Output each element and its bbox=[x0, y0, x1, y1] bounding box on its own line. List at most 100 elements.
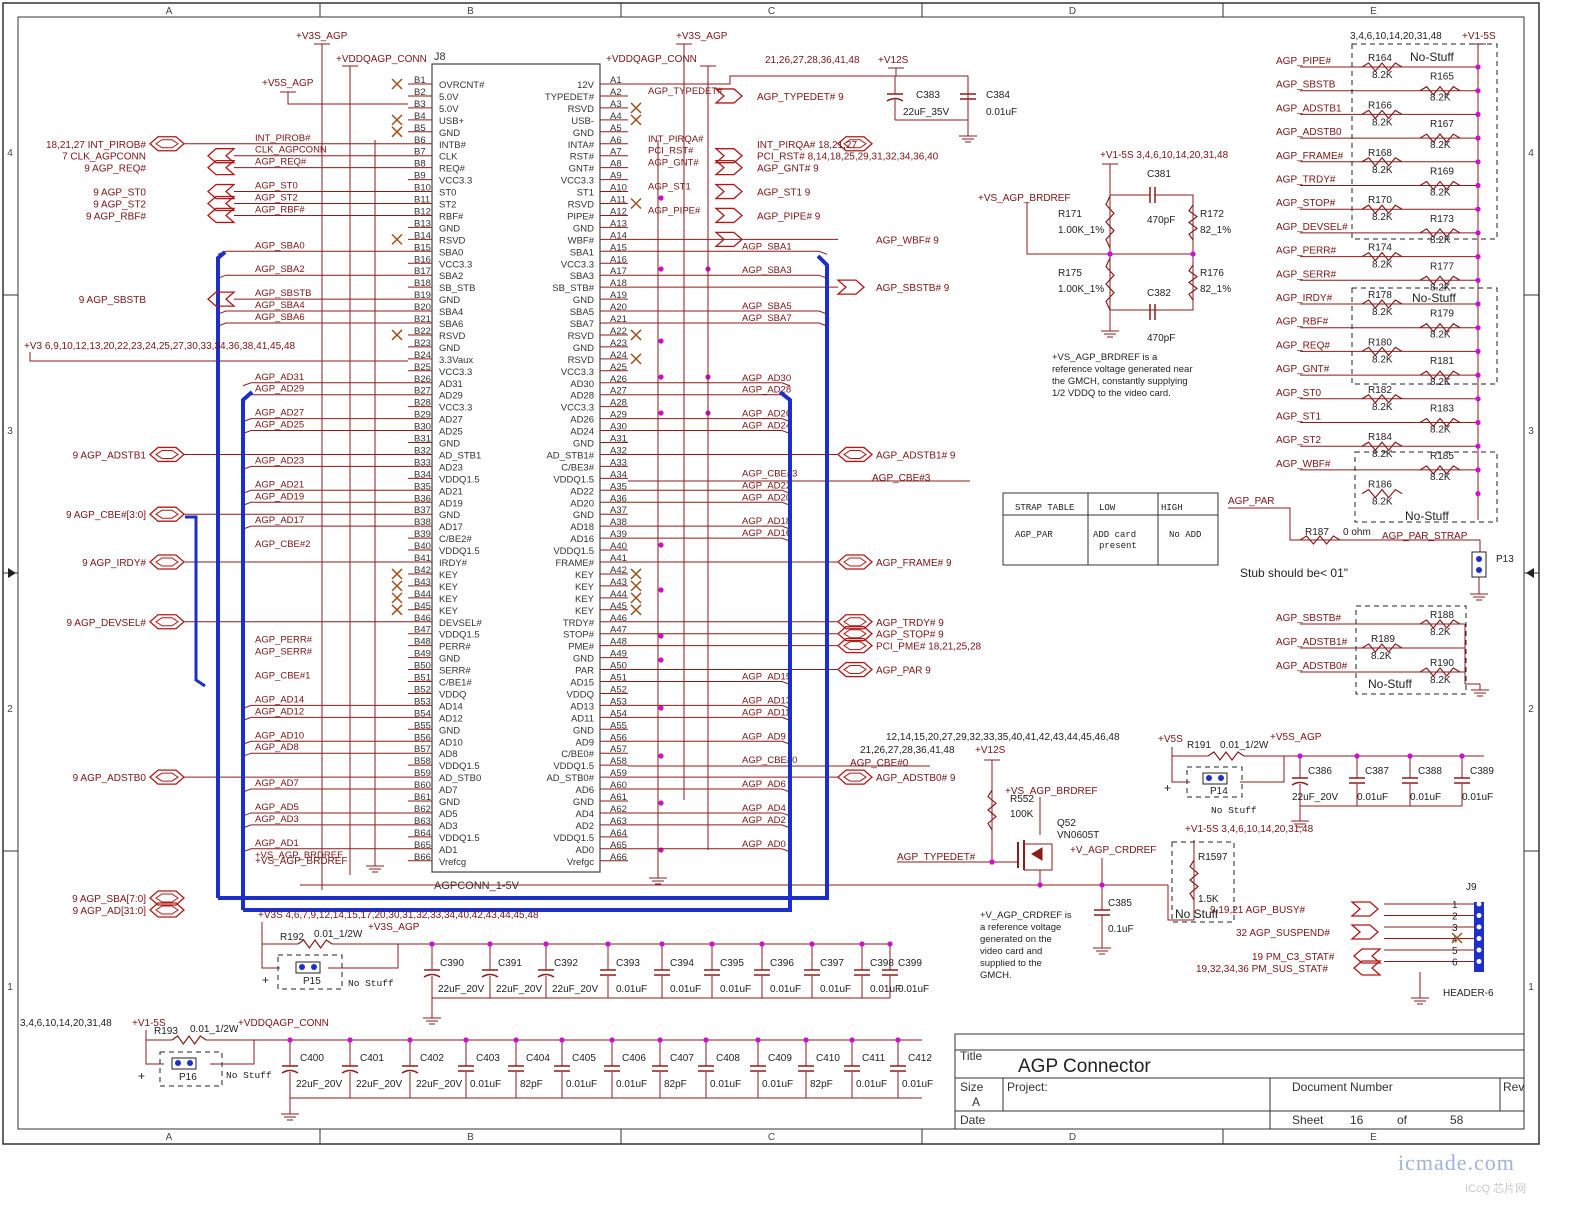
cap-ref: C412 bbox=[908, 1053, 932, 1064]
net-label-a: AGP_AD20 bbox=[742, 492, 791, 503]
ref-label: P16 bbox=[179, 1072, 197, 1083]
pin-name-b: KEY bbox=[439, 594, 459, 605]
value-label: 22uF_20V bbox=[1292, 792, 1338, 803]
project-label: Project: bbox=[1007, 1080, 1048, 1094]
port-arrow bbox=[714, 183, 743, 200]
cap-value: 0.01uF bbox=[470, 1079, 501, 1090]
junction-dot bbox=[1475, 135, 1481, 141]
resistor-ref: R187 bbox=[1305, 527, 1329, 538]
bidir-port bbox=[843, 665, 867, 675]
right-port-label: AGP_ADSTB1# 9 bbox=[876, 450, 956, 461]
junction-dot bbox=[1475, 467, 1481, 473]
pin-name-a: AD11 bbox=[571, 713, 594, 724]
pin-name-b: IRDY# bbox=[439, 558, 468, 569]
no-stuff-label: No-Stuff bbox=[1410, 50, 1454, 64]
pin-name-b: AD3 bbox=[439, 821, 457, 832]
junction-dot bbox=[1475, 182, 1481, 189]
right-port-label: AGP_ADSTB0# 9 bbox=[876, 773, 956, 784]
pin-name-b: KEY bbox=[439, 570, 459, 581]
bus-entry bbox=[217, 322, 408, 327]
pin-name-a: GND bbox=[573, 295, 594, 306]
rail-label: +VS_AGP_BRDREF bbox=[1005, 786, 1098, 797]
net-label-a: AGP_AD13 bbox=[742, 695, 791, 706]
junction-dot bbox=[1475, 325, 1481, 331]
rail-label: +V3 6,9,10,12,13,20,22,23,24,25,27,30,33… bbox=[24, 341, 296, 352]
pin-name-b: AD27 bbox=[439, 415, 463, 426]
cap-ref: C395 bbox=[720, 958, 744, 969]
net-label-b: AGP_AD21 bbox=[255, 479, 304, 490]
bus-entry bbox=[628, 716, 791, 721]
junction-dot bbox=[658, 542, 664, 548]
pin-name-b: AD8 bbox=[439, 749, 457, 760]
pin-name-a: TRDY# bbox=[563, 618, 595, 629]
cap-ref: C403 bbox=[476, 1053, 500, 1064]
resistor-value: 8.2K bbox=[1430, 235, 1451, 246]
resistor-value: 8.2K bbox=[1430, 330, 1451, 341]
net-label-a: AGP_AD6 bbox=[742, 779, 786, 790]
pin-name-b: AD17 bbox=[439, 522, 463, 533]
rail-label: +V3S_AGP bbox=[296, 31, 348, 42]
bus-entry bbox=[242, 525, 408, 530]
pin-name-a: GND bbox=[573, 223, 594, 234]
strap-title: STRAP TABLE bbox=[1015, 503, 1074, 513]
bus-entry bbox=[628, 430, 791, 435]
jumper-pin bbox=[299, 964, 305, 970]
resistor-value: 8.2K bbox=[1430, 472, 1451, 483]
rail-label: +VS_AGP_BRDREF bbox=[978, 193, 1071, 204]
junction-dot bbox=[859, 941, 865, 947]
net-label-a: AGP_AD26 bbox=[742, 409, 791, 420]
pin-name-a: Vrefgc bbox=[567, 857, 594, 868]
pin-name-a: RSVD bbox=[568, 200, 595, 211]
cap-value: 0.01uF bbox=[720, 984, 751, 995]
wire bbox=[328, 944, 399, 969]
rev-label: Rev bbox=[1503, 1080, 1524, 1094]
net-label-b: AGP_SBA0 bbox=[255, 240, 305, 251]
net-label-a: AGP_AD24 bbox=[742, 421, 791, 432]
net-label-b: AGP_AD7 bbox=[255, 778, 299, 789]
ref-label: C383 bbox=[916, 90, 940, 101]
junction-dot bbox=[1354, 753, 1360, 759]
right-port-label: AGP_WBF# 9 bbox=[876, 235, 939, 246]
pin-name-a: AD22 bbox=[570, 486, 594, 497]
junction-dot bbox=[1407, 753, 1413, 759]
pin-name-a: AD0 bbox=[576, 845, 594, 856]
junction-dot bbox=[1475, 419, 1481, 426]
resistor-ref: R166 bbox=[1368, 100, 1392, 111]
resistor-value: 8.2K bbox=[1372, 165, 1393, 176]
bus-ad-left bbox=[241, 390, 254, 910]
pin-name-b: AD_STB1 bbox=[439, 450, 481, 461]
port-label: 32 AGP_SUSPEND# bbox=[1236, 928, 1330, 939]
bus-entry bbox=[242, 752, 408, 757]
strap-row: AGP_PAR bbox=[1015, 530, 1053, 540]
junction-dot bbox=[1475, 301, 1481, 307]
cap-ref: C393 bbox=[616, 958, 640, 969]
left-port-label: 9 AGP_ADSTB1 bbox=[73, 450, 147, 461]
cap-ref: C390 bbox=[440, 958, 464, 969]
resistor-ref: R173 bbox=[1430, 214, 1454, 225]
net-label-b: AGP_AD29 bbox=[255, 384, 304, 395]
bidir-port bbox=[155, 139, 179, 149]
value-label: 22uF_35V bbox=[903, 107, 949, 118]
no-stuff-label: No Stuff bbox=[1211, 805, 1257, 816]
junction-dot bbox=[1190, 251, 1196, 257]
junction-dot bbox=[1107, 251, 1113, 257]
junction-dot bbox=[759, 941, 765, 947]
junction-dot bbox=[989, 859, 995, 865]
note-line: a reference voltage bbox=[980, 922, 1061, 933]
ref-label: P14 bbox=[1210, 786, 1228, 797]
pin-name-a: AD2 bbox=[576, 821, 594, 832]
left-port-label: 18,21,27 INT_PIROB# bbox=[46, 140, 146, 151]
pin-name-a: RSVD bbox=[568, 331, 595, 342]
pin-name-a: INTA# bbox=[568, 140, 595, 151]
pin-name-b: GND bbox=[439, 725, 460, 736]
net-label-b: AGP_SBA4 bbox=[255, 300, 305, 311]
ref-label: C384 bbox=[986, 90, 1010, 101]
resistor-value: 8.2K bbox=[1372, 70, 1393, 81]
pin-name-b: VDDQ1.5 bbox=[439, 833, 480, 844]
no-stuff-label: No-Stuff bbox=[1405, 509, 1449, 523]
pin-name-a: VCC3.3 bbox=[561, 259, 594, 270]
right-port-label: AGP_SBSTB# 9 bbox=[876, 283, 950, 294]
value-label: 82_1% bbox=[1200, 225, 1231, 236]
net-label: AGP_PAR bbox=[1228, 496, 1275, 507]
bus-entry bbox=[217, 250, 408, 255]
